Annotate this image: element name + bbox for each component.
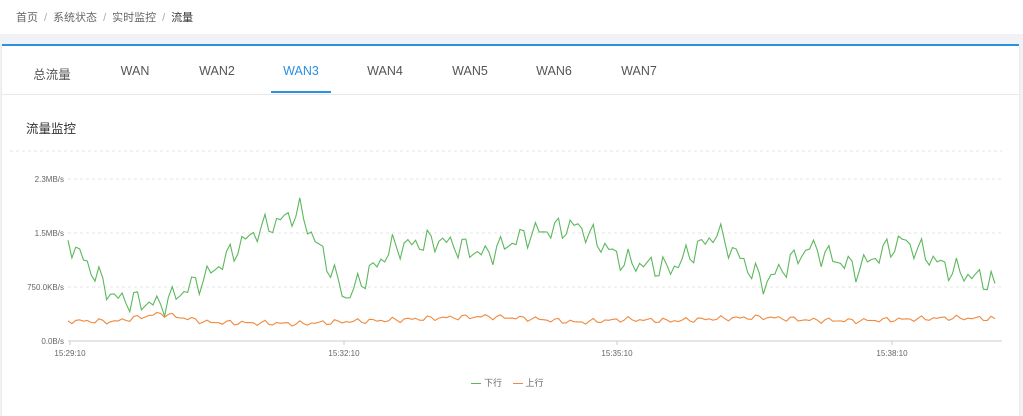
traffic-card: 总流量 WAN WAN2 WAN3 WAN4 WAN5 WAN6 WAN7 流量… bbox=[2, 44, 1019, 416]
y-tick-label: 0.0B/s bbox=[41, 337, 64, 346]
breadcrumb-system-status[interactable]: 系统状态 bbox=[53, 12, 97, 24]
x-tick-label: 15:35:10 bbox=[601, 349, 633, 358]
legend-item-download[interactable]: 下行 bbox=[471, 376, 502, 389]
breadcrumb-separator: / bbox=[44, 12, 48, 24]
x-tick-label: 15:38:10 bbox=[876, 349, 908, 358]
breadcrumb: 首页 / 系统状态 / 实时监控 / 流量 bbox=[16, 9, 193, 25]
x-tick-label: 15:32:10 bbox=[328, 349, 360, 358]
download-legend-icon bbox=[471, 381, 481, 387]
upload-legend-icon bbox=[512, 381, 523, 387]
breadcrumb-separator: / bbox=[103, 12, 107, 24]
traffic-chart: 0.0B/s 750.0KB/s 1.5MB/s 2.3MB/s 15:29:10 15:… bbox=[10, 150, 1002, 358]
legend-item-upload[interactable]: 上行 bbox=[512, 376, 544, 389]
chart-legend: 下行 上行 bbox=[471, 376, 552, 389]
breadcrumb-realtime-monitor[interactable]: 实时监控 bbox=[112, 12, 156, 24]
x-tick-label: 15:29:10 bbox=[54, 349, 86, 358]
breadcrumb-home[interactable]: 首页 bbox=[16, 12, 38, 24]
series-line-download bbox=[67, 197, 996, 319]
y-tick-label: 1.5MB/s bbox=[35, 229, 64, 238]
legend-label-upload: 上行 bbox=[525, 378, 544, 388]
series-line-upload bbox=[67, 311, 996, 327]
breadcrumb-separator: / bbox=[162, 12, 166, 24]
y-tick-label: 750.0KB/s bbox=[27, 283, 64, 292]
breadcrumb-bar: 首页 / 系统状态 / 实时监控 / 流量 bbox=[0, 0, 1023, 34]
breadcrumb-current: 流量 bbox=[171, 12, 194, 24]
legend-label-download: 下行 bbox=[484, 378, 503, 388]
y-tick-label: 2.3MB/s bbox=[35, 175, 64, 184]
